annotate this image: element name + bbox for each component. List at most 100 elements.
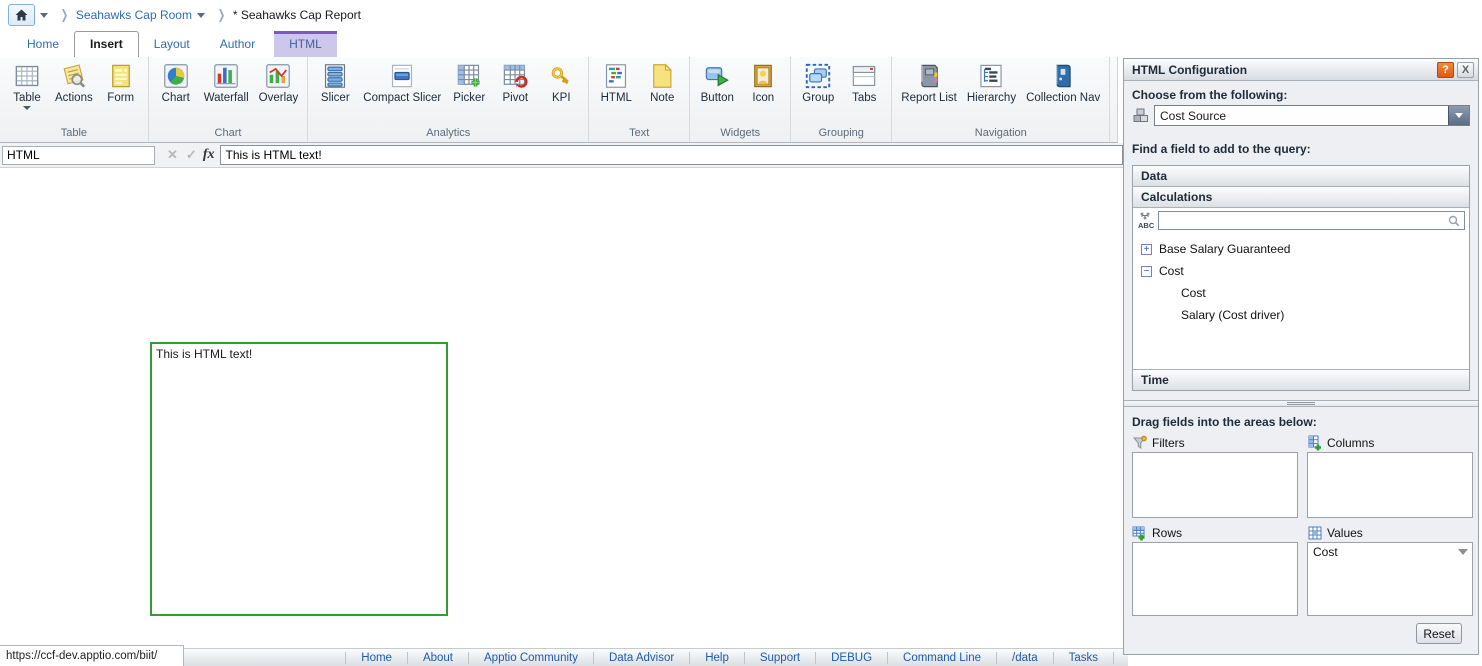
accept-icon[interactable]: ✓	[186, 147, 197, 163]
hierarchy-icon	[980, 64, 1003, 88]
report-list-icon	[921, 64, 938, 88]
pivot-icon	[504, 64, 528, 88]
section-calculations[interactable]: Calculations	[1133, 187, 1469, 208]
source-select[interactable]: Cost Source	[1154, 105, 1470, 126]
waterfall-button[interactable]: Waterfall	[199, 59, 254, 106]
pivot-button[interactable]: Pivot	[492, 59, 538, 106]
formula-input[interactable]	[220, 145, 1123, 165]
room-dropdown-caret[interactable]	[196, 12, 205, 18]
hierarchy-button[interactable]: Hierarchy	[962, 59, 1021, 106]
form-button[interactable]: Form	[98, 59, 144, 106]
actions-icon	[63, 64, 86, 88]
html-button[interactable]: HTML	[593, 59, 639, 106]
help-button[interactable]: ?	[1437, 61, 1454, 78]
breadcrumb-chevron: ❯	[217, 7, 226, 22]
rows-dropzone[interactable]	[1132, 542, 1298, 616]
html-icon	[606, 64, 627, 88]
status-link-help[interactable]: Help	[689, 651, 744, 664]
status-link-data[interactable]: /data	[996, 651, 1053, 664]
icon-widget-button[interactable]: Icon	[740, 59, 786, 106]
status-link-apptio-community[interactable]: Apptio Community	[468, 651, 593, 664]
choose-source-label: Choose from the following:	[1132, 88, 1288, 102]
collection-nav-button[interactable]: Collection Nav	[1021, 59, 1105, 106]
source-select-arrow[interactable]	[1448, 106, 1469, 125]
note-button[interactable]: Note	[639, 59, 685, 106]
fx-icon[interactable]: fx	[203, 147, 215, 163]
tree-item-cost-child[interactable]: Cost	[1141, 282, 1469, 304]
table-dropdown-caret	[23, 106, 31, 110]
home-button[interactable]	[8, 4, 35, 26]
tabs-button[interactable]: Tabs	[841, 59, 887, 106]
expand-icon[interactable]: +	[1141, 243, 1152, 255]
breadcrumb-room[interactable]: Seahawks Cap Room	[76, 8, 192, 22]
picker-button[interactable]: Picker	[446, 59, 492, 106]
tab-layout[interactable]: Layout	[139, 32, 205, 57]
field-search-input[interactable]	[1159, 213, 1447, 228]
slicer-button[interactable]: Slicer	[312, 59, 358, 106]
home-dropdown-caret[interactable]	[40, 12, 48, 18]
status-link-about[interactable]: About	[406, 651, 468, 664]
ribbon-group-label: Table	[60, 127, 87, 139]
section-data[interactable]: Data	[1133, 166, 1469, 187]
tree-item-salary-cost-driver[interactable]: Salary (Cost driver)	[1141, 304, 1469, 326]
tree-item-cost[interactable]: − Cost	[1141, 260, 1469, 282]
panel-splitter[interactable]	[1124, 400, 1478, 407]
values-field-cost[interactable]: Cost	[1308, 543, 1472, 559]
status-link-debug[interactable]: DEBUG	[815, 651, 887, 664]
filters-dropzone[interactable]	[1132, 452, 1298, 518]
tab-home[interactable]: Home	[12, 32, 74, 57]
button-widget-icon	[706, 67, 730, 87]
overlay-button[interactable]: Overlay	[254, 59, 304, 106]
html-widget[interactable]: This is HTML text!	[150, 342, 448, 616]
report-list-button[interactable]: Report List	[896, 59, 962, 106]
compact-slicer-icon	[392, 64, 413, 88]
chart-icon	[163, 64, 188, 88]
formula-bar: ✕ ✓ fx	[0, 143, 1123, 168]
status-link-tasks[interactable]: Tasks	[1052, 651, 1114, 664]
collapse-icon[interactable]: −	[1141, 265, 1152, 277]
source-select-value: Cost Source	[1160, 108, 1227, 123]
group-button[interactable]: Group	[795, 59, 841, 106]
section-time[interactable]: Time	[1133, 369, 1469, 390]
find-field-label: Find a field to add to the query:	[1132, 142, 1311, 156]
button-widget-button[interactable]: Button	[694, 59, 740, 106]
status-link-command-line[interactable]: Command Line	[887, 651, 996, 664]
close-button[interactable]: X	[1457, 61, 1474, 78]
status-link-data-advisor[interactable]: Data Advisor	[592, 651, 689, 664]
name-box[interactable]	[2, 145, 155, 165]
columns-dropzone[interactable]	[1307, 452, 1473, 518]
tab-html-contextual[interactable]: HTML	[274, 31, 337, 57]
reset-button[interactable]: Reset	[1416, 623, 1462, 644]
ribbon-group-label: Analytics	[426, 127, 471, 139]
tab-insert[interactable]: Insert	[74, 31, 139, 57]
values-label: Values	[1307, 524, 1473, 542]
tree-item-base-salary[interactable]: + Base Salary Guaranteed	[1141, 238, 1469, 260]
url-status-tooltip: https://ccf-dev.apptio.com/biit/	[0, 645, 184, 666]
status-link-support[interactable]: Support	[743, 651, 815, 664]
breadcrumb-report: * Seahawks Cap Report	[232, 8, 361, 22]
chart-button[interactable]: Chart	[153, 59, 199, 106]
ribbon-group-analytics: Slicer Compact Slicer Picker Pivot KPI A…	[308, 57, 590, 142]
home-icon	[15, 9, 28, 21]
kpi-icon	[551, 67, 569, 85]
ribbon-group-label: Grouping	[818, 127, 864, 139]
tabs-icon	[853, 65, 876, 87]
ribbon-group-label: Widgets	[720, 127, 761, 139]
status-link-home[interactable]: Home	[345, 651, 407, 664]
drop-areas: Filters Columns Rows Values Cost	[1124, 432, 1478, 616]
values-dropzone[interactable]: Cost	[1307, 542, 1473, 616]
actions-button[interactable]: Actions	[50, 59, 98, 106]
rows-icon	[1132, 526, 1145, 541]
compact-slicer-button[interactable]: Compact Slicer	[358, 59, 446, 106]
overlay-icon	[266, 64, 291, 88]
ribbon-tabs: Home Insert Layout Author HTML	[0, 30, 1482, 57]
cancel-icon[interactable]: ✕	[167, 147, 178, 163]
report-canvas[interactable]: This is HTML text!	[0, 168, 1123, 648]
tab-author[interactable]: Author	[205, 32, 270, 57]
table-button[interactable]: Table	[4, 59, 50, 112]
table-icon	[15, 65, 39, 87]
kpi-button[interactable]: KPI	[538, 59, 584, 106]
search-icon[interactable]	[1447, 214, 1461, 228]
waterfall-icon	[214, 64, 239, 88]
filter-icon	[1132, 435, 1147, 449]
